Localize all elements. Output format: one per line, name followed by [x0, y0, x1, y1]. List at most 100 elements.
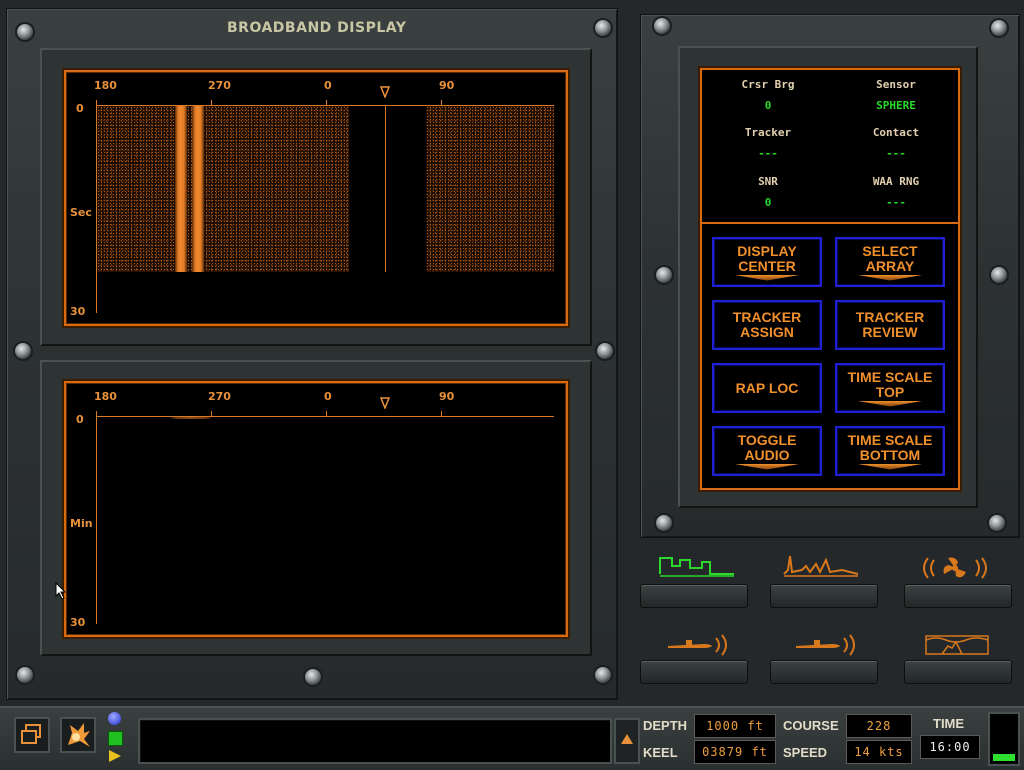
sub-right-icon[interactable] — [792, 632, 858, 658]
sub-left-icon[interactable] — [664, 632, 730, 658]
window-title: BROADBAND DISPLAY — [227, 20, 407, 36]
blue-indicator-icon[interactable] — [108, 712, 121, 725]
crsr-brg-value: 0 — [764, 99, 772, 112]
screw — [595, 20, 611, 36]
bearing-tick-label: 180 — [94, 79, 117, 92]
power-gauge — [988, 712, 1020, 766]
sensor-label: Sensor — [876, 78, 916, 91]
snr-label: SNR — [758, 175, 778, 188]
propeller-icon[interactable] — [922, 554, 988, 582]
mode-slot-propeller[interactable] — [904, 584, 1012, 608]
snr-value: 0 — [764, 196, 772, 209]
mouse-cursor-icon — [55, 582, 67, 600]
explosion-icon — [68, 723, 90, 747]
faint-trace — [171, 417, 211, 419]
bearing-tick-label: 0 — [324, 390, 332, 403]
screw — [991, 267, 1007, 283]
screw — [15, 343, 31, 359]
screw — [656, 515, 672, 531]
crsr-brg-label: Crsr Brg — [741, 78, 795, 91]
contact-value: --- — [886, 147, 906, 160]
green-indicator-icon[interactable] — [108, 731, 123, 746]
tracker-label: Tracker — [744, 126, 792, 139]
time-axis — [96, 416, 97, 624]
depth-label: DEPTH — [643, 718, 688, 733]
time-axis-bottom-label: 30 — [70, 305, 86, 318]
cursor-line — [385, 106, 386, 272]
dropdown-arrow-icon — [855, 463, 925, 470]
keel-label: KEEL — [643, 745, 678, 760]
mode-slot-waterfall[interactable] — [904, 660, 1012, 684]
tracker-review-button[interactable]: TRACKER REVIEW — [835, 300, 945, 350]
time-axis-unit-label: Min — [70, 517, 93, 530]
cursor-marker-icon[interactable] — [380, 397, 390, 409]
time-value: 16:00 — [920, 735, 980, 759]
time-scale-top-button[interactable]: TIME SCALE TOP — [835, 363, 945, 413]
depth-value: 1000 ft — [694, 714, 776, 738]
time-axis-unit-label: Sec — [70, 206, 92, 219]
screw — [991, 20, 1007, 36]
mode-slot-sub-right[interactable] — [770, 660, 878, 684]
screw — [17, 667, 33, 683]
screw — [305, 669, 321, 685]
narrowband-icon[interactable] — [782, 552, 860, 580]
toggle-audio-button[interactable]: TOGGLE AUDIO — [712, 426, 822, 476]
waa-rng-label: WAA RNG — [872, 175, 920, 188]
dropdown-arrow-icon — [855, 400, 925, 407]
windows-button[interactable] — [14, 717, 50, 753]
speed-label: SPEED — [783, 745, 828, 760]
course-value: 228 — [846, 714, 912, 738]
tracker-assign-button[interactable]: TRACKER ASSIGN — [712, 300, 822, 350]
bottom-broadband-scope[interactable]: 180 270 0 90 0 Min 30 — [64, 381, 568, 637]
course-label: COURSE — [783, 718, 839, 733]
time-scale-bottom-button[interactable]: TIME SCALE BOTTOM — [835, 426, 945, 476]
message-field — [138, 718, 612, 764]
screw — [17, 24, 33, 40]
contact-trace — [175, 106, 187, 272]
dropdown-arrow-icon — [855, 274, 925, 281]
tracker-value: --- — [758, 147, 778, 160]
mode-slot-sub-left[interactable] — [640, 660, 748, 684]
bearing-tick-label: 0 — [324, 79, 332, 92]
waterfall-noise — [426, 106, 554, 272]
mode-slot-narrowband[interactable] — [770, 584, 878, 608]
top-broadband-scope[interactable]: 180 270 0 90 0 Sec 30 — [64, 70, 568, 326]
contact-label: Contact — [872, 126, 920, 139]
waterfall-noise — [97, 106, 349, 272]
dropdown-arrow-icon — [732, 463, 802, 470]
screw — [656, 267, 672, 283]
screw — [989, 515, 1005, 531]
screw — [597, 343, 613, 359]
explosion-button[interactable] — [60, 717, 96, 753]
scroll-up-icon — [621, 734, 633, 744]
mode-slot-broadband[interactable] — [640, 584, 748, 608]
time-axis-top-label: 0 — [76, 102, 84, 115]
waterfall-icon[interactable] — [922, 632, 992, 658]
broadband-icon[interactable] — [658, 552, 736, 580]
bearing-axis — [96, 416, 554, 417]
play-indicator-icon[interactable] — [108, 749, 122, 763]
waa-rng-value: --- — [886, 196, 906, 209]
bearing-tick-label: 270 — [208, 390, 231, 403]
sensor-value: SPHERE — [876, 99, 916, 112]
power-gauge-fill — [993, 754, 1015, 761]
bearing-tick-label: 90 — [439, 79, 455, 92]
speed-value: 14 kts — [846, 740, 912, 764]
select-array-button[interactable]: SELECT ARRAY — [835, 237, 945, 287]
message-scroll-button[interactable] — [614, 718, 640, 764]
time-label: TIME — [933, 716, 965, 731]
info-divider — [702, 222, 958, 224]
time-axis-bottom-label: 30 — [70, 616, 86, 629]
time-axis-top-label: 0 — [76, 413, 84, 426]
display-center-button[interactable]: DISPLAY CENTER — [712, 237, 822, 287]
keel-value: 03879 ft — [694, 740, 776, 764]
cursor-marker-icon[interactable] — [380, 86, 390, 98]
rap-loc-button[interactable]: RAP LOC — [712, 363, 822, 413]
bearing-tick-label: 180 — [94, 390, 117, 403]
dropdown-arrow-icon — [732, 274, 802, 281]
screw — [595, 667, 611, 683]
contact-trace — [192, 106, 204, 272]
bearing-tick-label: 90 — [439, 390, 455, 403]
bearing-tick-label: 270 — [208, 79, 231, 92]
windows-icon — [21, 724, 41, 744]
